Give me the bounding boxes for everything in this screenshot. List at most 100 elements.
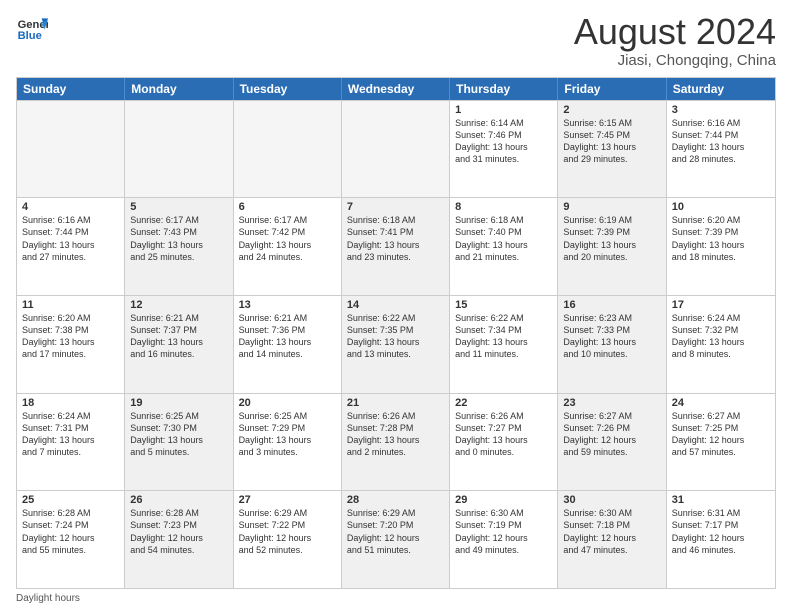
calendar-day-15: 15Sunrise: 6:22 AM Sunset: 7:34 PM Dayli…	[450, 296, 558, 393]
day-number: 30	[563, 494, 660, 506]
calendar-day-17: 17Sunrise: 6:24 AM Sunset: 7:32 PM Dayli…	[667, 296, 775, 393]
calendar-day-25: 25Sunrise: 6:28 AM Sunset: 7:24 PM Dayli…	[17, 491, 125, 588]
day-number: 22	[455, 397, 552, 409]
calendar-day-2: 2Sunrise: 6:15 AM Sunset: 7:45 PM Daylig…	[558, 101, 666, 198]
day-number: 29	[455, 494, 552, 506]
day-info: Sunrise: 6:27 AM Sunset: 7:25 PM Dayligh…	[672, 410, 770, 459]
day-number: 9	[563, 201, 660, 213]
day-number: 15	[455, 299, 552, 311]
header-day-monday: Monday	[125, 78, 233, 100]
day-info: Sunrise: 6:21 AM Sunset: 7:37 PM Dayligh…	[130, 312, 227, 361]
day-number: 12	[130, 299, 227, 311]
day-info: Sunrise: 6:26 AM Sunset: 7:28 PM Dayligh…	[347, 410, 444, 459]
calendar-day-6: 6Sunrise: 6:17 AM Sunset: 7:42 PM Daylig…	[234, 198, 342, 295]
day-info: Sunrise: 6:30 AM Sunset: 7:19 PM Dayligh…	[455, 507, 552, 556]
header-day-saturday: Saturday	[667, 78, 775, 100]
day-number: 16	[563, 299, 660, 311]
day-info: Sunrise: 6:20 AM Sunset: 7:39 PM Dayligh…	[672, 214, 770, 263]
calendar-day-19: 19Sunrise: 6:25 AM Sunset: 7:30 PM Dayli…	[125, 394, 233, 491]
day-number: 5	[130, 201, 227, 213]
calendar-day-31: 31Sunrise: 6:31 AM Sunset: 7:17 PM Dayli…	[667, 491, 775, 588]
calendar-day-16: 16Sunrise: 6:23 AM Sunset: 7:33 PM Dayli…	[558, 296, 666, 393]
day-info: Sunrise: 6:26 AM Sunset: 7:27 PM Dayligh…	[455, 410, 552, 459]
day-info: Sunrise: 6:21 AM Sunset: 7:36 PM Dayligh…	[239, 312, 336, 361]
day-number: 18	[22, 397, 119, 409]
day-number: 3	[672, 104, 770, 116]
calendar-week-3: 11Sunrise: 6:20 AM Sunset: 7:38 PM Dayli…	[17, 295, 775, 393]
day-info: Sunrise: 6:17 AM Sunset: 7:42 PM Dayligh…	[239, 214, 336, 263]
calendar-day-10: 10Sunrise: 6:20 AM Sunset: 7:39 PM Dayli…	[667, 198, 775, 295]
day-number: 2	[563, 104, 660, 116]
day-number: 14	[347, 299, 444, 311]
calendar: SundayMondayTuesdayWednesdayThursdayFrid…	[16, 77, 776, 589]
header-day-tuesday: Tuesday	[234, 78, 342, 100]
day-info: Sunrise: 6:22 AM Sunset: 7:34 PM Dayligh…	[455, 312, 552, 361]
calendar-header-row: SundayMondayTuesdayWednesdayThursdayFrid…	[17, 78, 775, 100]
calendar-week-5: 25Sunrise: 6:28 AM Sunset: 7:24 PM Dayli…	[17, 490, 775, 588]
calendar-day-26: 26Sunrise: 6:28 AM Sunset: 7:23 PM Dayli…	[125, 491, 233, 588]
calendar-day-9: 9Sunrise: 6:19 AM Sunset: 7:39 PM Daylig…	[558, 198, 666, 295]
day-number: 20	[239, 397, 336, 409]
day-number: 1	[455, 104, 552, 116]
day-number: 4	[22, 201, 119, 213]
day-number: 6	[239, 201, 336, 213]
daylight-label: Daylight hours	[16, 593, 80, 604]
calendar-empty-cell	[234, 101, 342, 198]
logo: General Blue	[16, 12, 48, 44]
day-info: Sunrise: 6:18 AM Sunset: 7:41 PM Dayligh…	[347, 214, 444, 263]
calendar-day-28: 28Sunrise: 6:29 AM Sunset: 7:20 PM Dayli…	[342, 491, 450, 588]
day-number: 26	[130, 494, 227, 506]
day-info: Sunrise: 6:31 AM Sunset: 7:17 PM Dayligh…	[672, 507, 770, 556]
day-number: 19	[130, 397, 227, 409]
title-block: August 2024 Jiasi, Chongqing, China	[574, 12, 776, 69]
day-number: 21	[347, 397, 444, 409]
page: General Blue August 2024 Jiasi, Chongqin…	[0, 0, 792, 612]
calendar-day-21: 21Sunrise: 6:26 AM Sunset: 7:28 PM Dayli…	[342, 394, 450, 491]
day-info: Sunrise: 6:15 AM Sunset: 7:45 PM Dayligh…	[563, 117, 660, 166]
day-number: 28	[347, 494, 444, 506]
calendar-day-22: 22Sunrise: 6:26 AM Sunset: 7:27 PM Dayli…	[450, 394, 558, 491]
calendar-day-3: 3Sunrise: 6:16 AM Sunset: 7:44 PM Daylig…	[667, 101, 775, 198]
calendar-day-13: 13Sunrise: 6:21 AM Sunset: 7:36 PM Dayli…	[234, 296, 342, 393]
header: General Blue August 2024 Jiasi, Chongqin…	[16, 12, 776, 69]
calendar-day-4: 4Sunrise: 6:16 AM Sunset: 7:44 PM Daylig…	[17, 198, 125, 295]
day-info: Sunrise: 6:14 AM Sunset: 7:46 PM Dayligh…	[455, 117, 552, 166]
calendar-day-14: 14Sunrise: 6:22 AM Sunset: 7:35 PM Dayli…	[342, 296, 450, 393]
subtitle: Jiasi, Chongqing, China	[574, 52, 776, 69]
day-number: 7	[347, 201, 444, 213]
day-info: Sunrise: 6:16 AM Sunset: 7:44 PM Dayligh…	[672, 117, 770, 166]
main-title: August 2024	[574, 12, 776, 52]
day-info: Sunrise: 6:30 AM Sunset: 7:18 PM Dayligh…	[563, 507, 660, 556]
day-number: 31	[672, 494, 770, 506]
calendar-empty-cell	[342, 101, 450, 198]
day-info: Sunrise: 6:19 AM Sunset: 7:39 PM Dayligh…	[563, 214, 660, 263]
day-number: 11	[22, 299, 119, 311]
calendar-day-1: 1Sunrise: 6:14 AM Sunset: 7:46 PM Daylig…	[450, 101, 558, 198]
calendar-body: 1Sunrise: 6:14 AM Sunset: 7:46 PM Daylig…	[17, 100, 775, 588]
calendar-empty-cell	[17, 101, 125, 198]
calendar-week-4: 18Sunrise: 6:24 AM Sunset: 7:31 PM Dayli…	[17, 393, 775, 491]
calendar-day-20: 20Sunrise: 6:25 AM Sunset: 7:29 PM Dayli…	[234, 394, 342, 491]
day-number: 24	[672, 397, 770, 409]
header-day-sunday: Sunday	[17, 78, 125, 100]
calendar-day-11: 11Sunrise: 6:20 AM Sunset: 7:38 PM Dayli…	[17, 296, 125, 393]
day-info: Sunrise: 6:29 AM Sunset: 7:22 PM Dayligh…	[239, 507, 336, 556]
day-info: Sunrise: 6:24 AM Sunset: 7:32 PM Dayligh…	[672, 312, 770, 361]
day-info: Sunrise: 6:17 AM Sunset: 7:43 PM Dayligh…	[130, 214, 227, 263]
calendar-day-27: 27Sunrise: 6:29 AM Sunset: 7:22 PM Dayli…	[234, 491, 342, 588]
calendar-day-24: 24Sunrise: 6:27 AM Sunset: 7:25 PM Dayli…	[667, 394, 775, 491]
logo-icon: General Blue	[16, 12, 48, 44]
day-info: Sunrise: 6:20 AM Sunset: 7:38 PM Dayligh…	[22, 312, 119, 361]
day-info: Sunrise: 6:22 AM Sunset: 7:35 PM Dayligh…	[347, 312, 444, 361]
header-day-wednesday: Wednesday	[342, 78, 450, 100]
header-day-thursday: Thursday	[450, 78, 558, 100]
calendar-week-2: 4Sunrise: 6:16 AM Sunset: 7:44 PM Daylig…	[17, 197, 775, 295]
calendar-day-29: 29Sunrise: 6:30 AM Sunset: 7:19 PM Dayli…	[450, 491, 558, 588]
calendar-day-8: 8Sunrise: 6:18 AM Sunset: 7:40 PM Daylig…	[450, 198, 558, 295]
day-number: 13	[239, 299, 336, 311]
calendar-day-5: 5Sunrise: 6:17 AM Sunset: 7:43 PM Daylig…	[125, 198, 233, 295]
day-info: Sunrise: 6:24 AM Sunset: 7:31 PM Dayligh…	[22, 410, 119, 459]
day-number: 8	[455, 201, 552, 213]
day-info: Sunrise: 6:29 AM Sunset: 7:20 PM Dayligh…	[347, 507, 444, 556]
day-info: Sunrise: 6:25 AM Sunset: 7:30 PM Dayligh…	[130, 410, 227, 459]
